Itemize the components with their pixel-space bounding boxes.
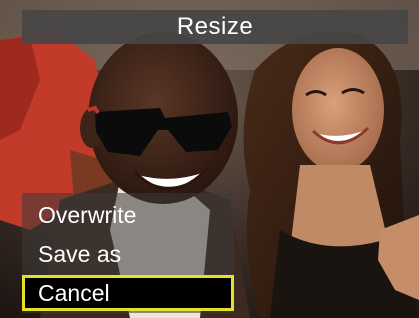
title-bar: Resize xyxy=(22,10,408,44)
menu-item-cancel[interactable]: Cancel xyxy=(22,275,234,311)
menu-item-save-as[interactable]: Save as xyxy=(22,236,234,272)
resize-options-menu: Overwrite Save as Cancel xyxy=(22,193,234,313)
screen-title: Resize xyxy=(176,13,254,40)
menu-item-overwrite[interactable]: Overwrite xyxy=(22,197,234,233)
camera-screen: Resize Overwrite Save as Cancel xyxy=(0,0,419,318)
